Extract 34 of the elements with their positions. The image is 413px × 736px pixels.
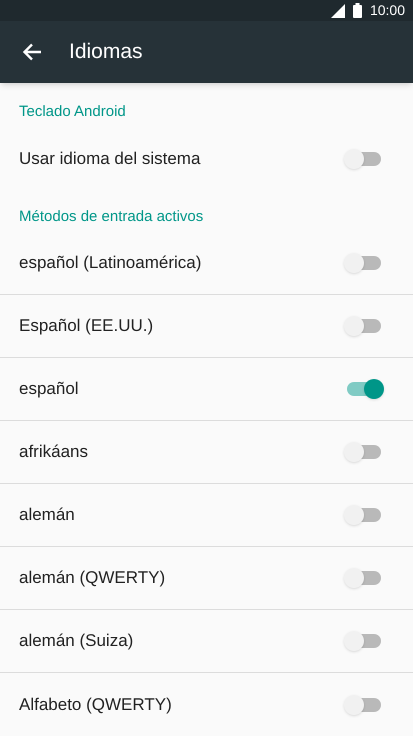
toggle-switch[interactable]: [346, 316, 382, 336]
toggle-switch[interactable]: [346, 568, 382, 588]
toggle-switch[interactable]: [346, 253, 382, 273]
setting-row[interactable]: español (Latinoamérica): [0, 232, 413, 295]
signal-icon: [330, 4, 345, 18]
toggle-switch[interactable]: [346, 505, 382, 525]
setting-row[interactable]: Usar idioma del sistema: [0, 127, 413, 190]
setting-row[interactable]: alemán (Suiza): [0, 610, 413, 673]
setting-label: español: [19, 378, 79, 400]
setting-row[interactable]: Alfabeto (QWERTY): [0, 673, 413, 736]
toggle-switch[interactable]: [346, 148, 382, 168]
section-header: Teclado Android: [19, 102, 126, 122]
setting-row[interactable]: alemán (QWERTY): [0, 547, 413, 610]
setting-row[interactable]: alemán: [0, 484, 413, 547]
setting-label: alemán (Suiza): [19, 630, 134, 652]
back-arrow-icon[interactable]: [22, 43, 42, 61]
setting-label: español (Latinoamérica): [19, 252, 202, 274]
setting-label: Usar idioma del sistema: [19, 148, 200, 170]
setting-row[interactable]: español: [0, 358, 413, 421]
setting-row[interactable]: Español (EE.UU.): [0, 295, 413, 358]
toggle-switch[interactable]: [346, 631, 382, 651]
setting-label: afrikáans: [19, 441, 88, 464]
setting-label: alemán (QWERTY): [19, 567, 166, 590]
toggle-switch[interactable]: [346, 442, 382, 462]
setting-label: alemán: [19, 504, 75, 526]
section-header: Métodos de entrada activos: [19, 206, 204, 227]
setting-row[interactable]: afrikáans: [0, 421, 413, 484]
setting-label: Alfabeto (QWERTY): [19, 694, 172, 716]
battery-icon: [352, 3, 362, 18]
status-time: 10:00: [370, 1, 405, 20]
toggle-switch[interactable]: [346, 694, 382, 714]
toggle-switch[interactable]: [346, 379, 382, 399]
page-title: Idiomas: [69, 39, 143, 66]
setting-label: Español (EE.UU.): [19, 315, 154, 338]
